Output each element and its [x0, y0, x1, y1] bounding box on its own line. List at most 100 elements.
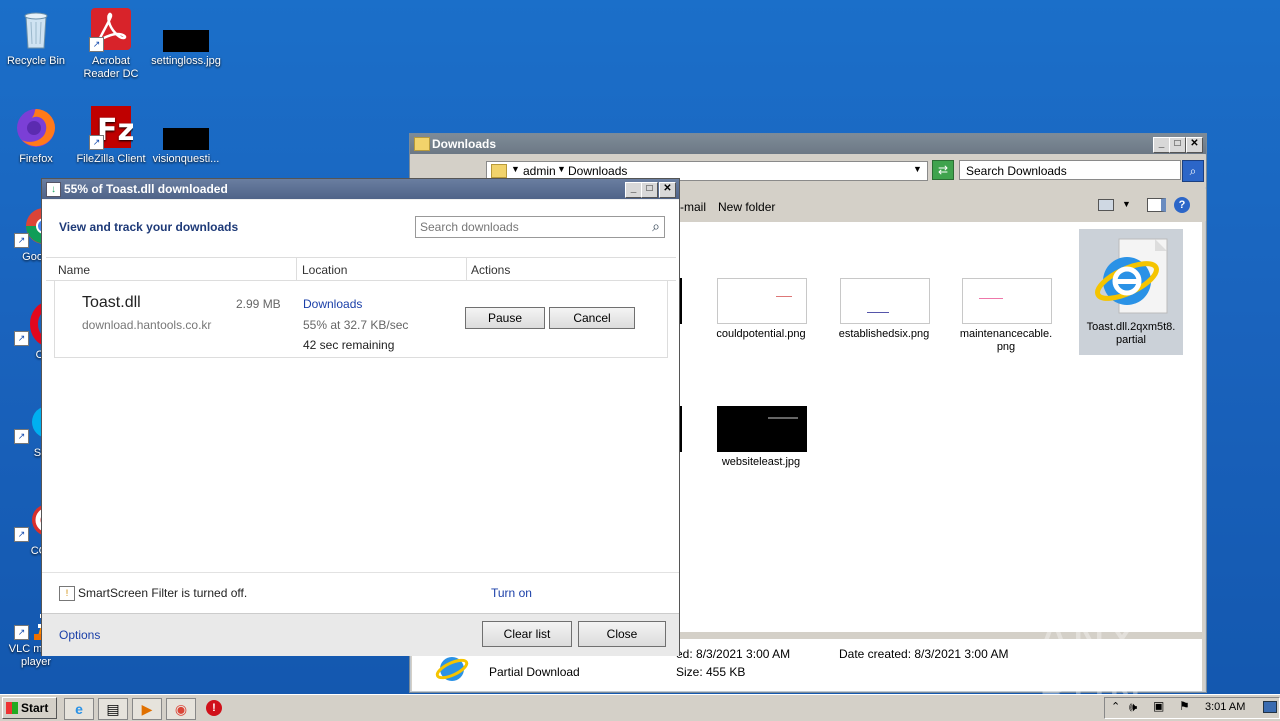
- volume-icon[interactable]: 🕪: [1129, 699, 1137, 715]
- column-header-actions: Actions: [471, 263, 511, 277]
- shortcut-arrow-icon: ↗: [14, 331, 29, 346]
- shortcut-arrow-icon: ↗: [89, 37, 104, 52]
- filezilla-icon: Fz ↗: [89, 106, 135, 150]
- refresh-button[interactable]: ⇄: [932, 160, 954, 180]
- search-downloads-input[interactable]: Search Downloads: [959, 160, 1181, 180]
- breadcrumb-separator-icon: ▼: [511, 164, 520, 174]
- file-item-selected[interactable]: Toast.dll.2qxm5t8. partial: [1079, 229, 1183, 355]
- firefox-icon: [14, 106, 58, 150]
- turn-on-link[interactable]: Turn on: [491, 586, 532, 600]
- thumbnail-mark: [776, 296, 792, 297]
- desktop-icon-label: visionquesti...: [152, 153, 220, 165]
- chrome-taskbar-icon[interactable]: ◉: [166, 698, 196, 720]
- search-placeholder: Search Downloads: [966, 164, 1067, 178]
- options-link[interactable]: Options: [59, 628, 100, 642]
- show-desktop-icon[interactable]: [1263, 701, 1277, 713]
- dialog-titlebar[interactable]: ↓ 55% of Toast.dll downloaded _ □ ✕: [42, 179, 679, 199]
- view-options-icon[interactable]: [1098, 199, 1114, 211]
- ie-file-icon: [1089, 235, 1173, 315]
- desktop-icon-settingloss[interactable]: settingloss.jpg: [150, 8, 222, 68]
- maximize-button[interactable]: □: [1169, 137, 1186, 153]
- folder-icon: [414, 137, 430, 151]
- address-dropdown-icon[interactable]: ▼: [913, 164, 922, 174]
- image-file-icon: [163, 30, 209, 52]
- desktop-icon-filezilla[interactable]: Fz ↗ FileZilla Client: [75, 106, 147, 166]
- preview-pane-icon[interactable]: [1147, 198, 1166, 212]
- smartscreen-text: SmartScreen Filter is turned off.: [78, 586, 248, 600]
- acrobat-icon: ↗: [89, 8, 133, 52]
- explorer-titlebar[interactable]: Downloads _ □ ✕: [410, 134, 1206, 154]
- details-type: Partial Download: [489, 665, 580, 679]
- help-icon[interactable]: ?: [1174, 197, 1190, 213]
- image-file-icon: [163, 128, 209, 150]
- dialog-heading: View and track your downloads: [59, 220, 239, 234]
- desktop-icon-label: settingloss.jpg: [151, 55, 221, 67]
- desktop-icon-visionquesti[interactable]: visionquesti...: [150, 106, 222, 166]
- new-folder-button[interactable]: New folder: [718, 200, 775, 214]
- file-label-toast-partial: Toast.dll.2qxm5t8. partial: [1086, 321, 1176, 346]
- download-size: 2.99 MB: [236, 297, 281, 311]
- stop-sign-icon[interactable]: !: [206, 700, 222, 716]
- email-button[interactable]: -mail: [680, 200, 706, 214]
- maximize-button[interactable]: □: [641, 182, 658, 198]
- column-header-location[interactable]: Location: [302, 263, 347, 277]
- breadcrumb-admin[interactable]: admin: [523, 164, 556, 178]
- file-thumbnail[interactable]: [840, 278, 930, 324]
- shortcut-arrow-icon: ↗: [14, 233, 29, 248]
- close-button[interactable]: ✕: [1186, 137, 1203, 153]
- search-icon[interactable]: ⌕: [1182, 160, 1204, 182]
- thumbnail-mark: [768, 417, 798, 419]
- shortcut-arrow-icon: ↗: [14, 527, 29, 542]
- file-label-couldpotential: couldpotential.png: [716, 328, 806, 340]
- file-thumbnail[interactable]: [717, 278, 807, 324]
- desktop-icon-label: Firefox: [19, 153, 53, 165]
- media-player-taskbar-icon[interactable]: ▶: [132, 698, 162, 720]
- explorer-title: Downloads: [432, 137, 497, 151]
- close-button[interactable]: ✕: [659, 182, 676, 198]
- ie-file-icon: [434, 653, 470, 683]
- view-dropdown-icon[interactable]: ▼: [1122, 199, 1131, 209]
- clear-list-button[interactable]: Clear list: [482, 621, 572, 647]
- desktop-icon-label: FileZilla Client: [76, 153, 146, 165]
- recycle-bin-icon: [14, 8, 58, 52]
- search-downloads-input[interactable]: Search downloads ⌕: [415, 216, 665, 238]
- windows-logo-icon: [6, 702, 18, 714]
- file-thumbnail[interactable]: [962, 278, 1052, 324]
- download-remaining: 42 sec remaining: [303, 338, 395, 352]
- download-item-row[interactable]: Toast.dll 2.99 MB download.hantools.co.k…: [54, 280, 668, 358]
- details-modified: ed: 8/3/2021 3:00 AM: [676, 647, 791, 661]
- search-placeholder: Search downloads: [420, 220, 519, 234]
- action-center-flag-icon[interactable]: ⚑: [1179, 699, 1190, 713]
- file-thumbnail[interactable]: [717, 406, 807, 452]
- desktop-icon-recycle-bin[interactable]: Recycle Bin: [0, 8, 72, 68]
- details-created: Date created: 8/3/2021 3:00 AM: [839, 647, 1009, 661]
- network-icon[interactable]: ▣: [1153, 699, 1164, 713]
- dialog-body: View and track your downloads Search dow…: [42, 200, 679, 572]
- close-dialog-button[interactable]: Close: [578, 621, 666, 647]
- internet-explorer-taskbar-icon[interactable]: e: [64, 698, 94, 720]
- pause-button[interactable]: Pause: [465, 307, 545, 329]
- file-label-websiteleast: websiteleast.jpg: [721, 456, 801, 468]
- details-size: Size: 455 KB: [676, 665, 746, 679]
- system-tray: ⌃ 🕪 ▣ ⚑ 3:01 AM: [1104, 697, 1280, 719]
- download-filename: Toast.dll: [82, 294, 141, 311]
- search-icon: ⌕: [652, 218, 660, 234]
- download-progress-text: 55% at 32.7 KB/sec: [303, 318, 409, 332]
- download-manager-dialog[interactable]: ↓ 55% of Toast.dll downloaded _ □ ✕ View…: [41, 178, 680, 656]
- file-label-establishedsix: establishedsix.png: [838, 328, 930, 340]
- download-location-link[interactable]: Downloads: [303, 297, 362, 311]
- minimize-button[interactable]: _: [625, 182, 642, 198]
- breadcrumb-downloads[interactable]: Downloads: [568, 164, 627, 178]
- shortcut-arrow-icon: ↗: [14, 625, 29, 640]
- minimize-button[interactable]: _: [1153, 137, 1170, 153]
- desktop-icon-acrobat[interactable]: ↗ Acrobat Reader DC: [75, 8, 147, 81]
- clock[interactable]: 3:01 AM: [1205, 701, 1245, 713]
- cancel-button[interactable]: Cancel: [549, 307, 635, 329]
- desktop-icon-firefox[interactable]: Firefox: [0, 106, 72, 166]
- file-explorer-taskbar-icon[interactable]: ▤: [98, 698, 128, 720]
- dialog-title: 55% of Toast.dll downloaded: [64, 182, 228, 196]
- smartscreen-bar: ! SmartScreen Filter is turned off. Turn…: [42, 572, 679, 613]
- column-header-name[interactable]: Name: [58, 263, 90, 277]
- start-button[interactable]: Start: [2, 697, 57, 719]
- tray-expand-icon[interactable]: ⌃: [1111, 700, 1120, 713]
